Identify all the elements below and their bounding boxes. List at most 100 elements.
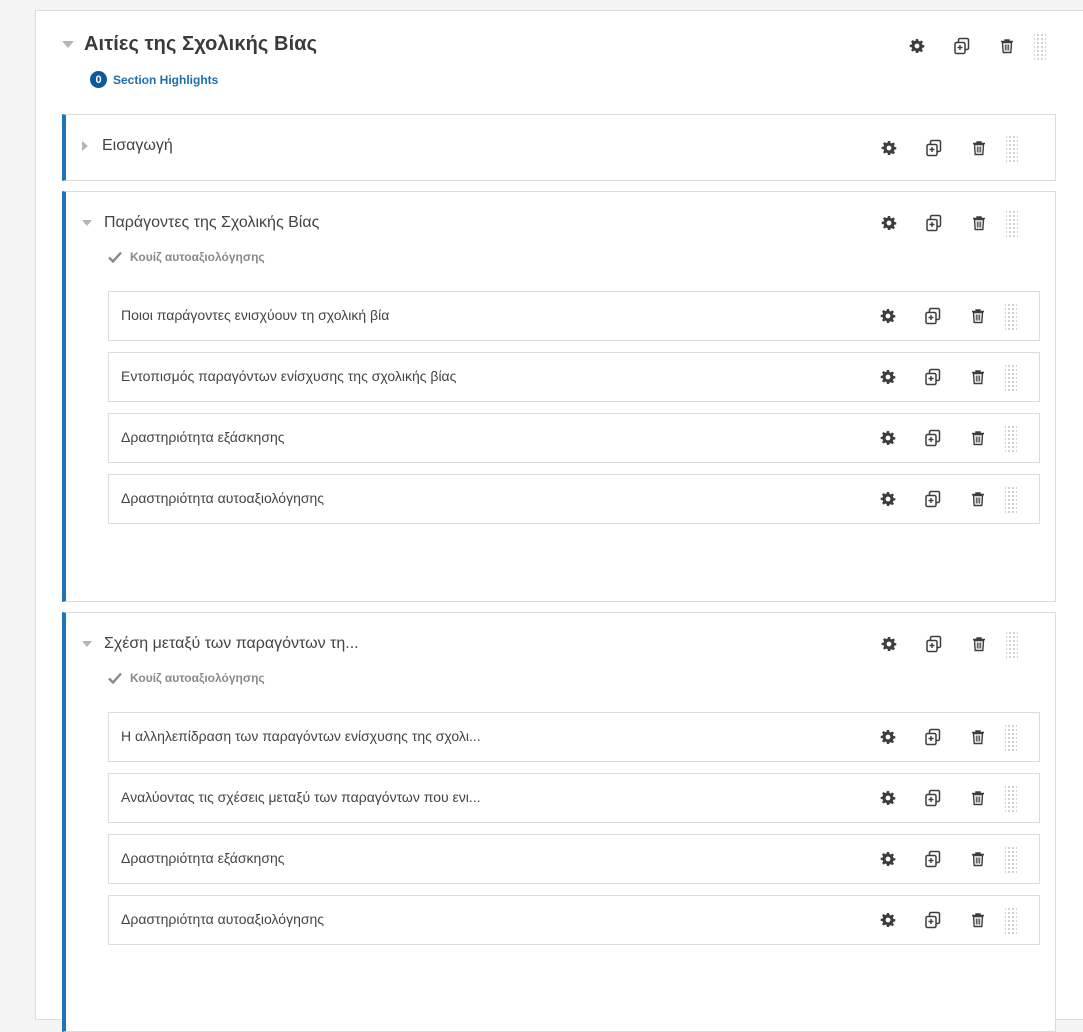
item-actions [873,423,1017,453]
item-title: Ποιοι παράγοντες ενισχύουν τη σχολική βί… [121,307,390,323]
item-title: Δραστηριότητα εξάσκησης [121,429,285,445]
section-actions [874,629,1018,659]
list-item[interactable]: Εντοπισμός παραγόντων ενίσχυσης της σχολ… [108,352,1040,402]
gear-icon[interactable] [874,208,904,238]
list-item[interactable]: Δραστηριότητα εξάσκησης [108,413,1040,463]
trash-icon[interactable] [964,208,994,238]
trash-icon[interactable] [963,301,993,331]
module-actions [902,31,1046,61]
section-title-row: Παράγοντες της Σχολικής Βίας [82,214,319,232]
drag-handle-icon[interactable] [1005,485,1017,513]
duplicate-icon[interactable] [918,722,948,752]
list-item[interactable]: Η αλληλεπίδραση των παραγόντων ενίσχυσης… [108,712,1040,762]
gear-icon[interactable] [873,905,903,935]
section-title[interactable]: Εισαγωγή [102,137,173,155]
duplicate-icon[interactable] [918,301,948,331]
trash-icon[interactable] [963,484,993,514]
item-actions [873,783,1017,813]
duplicate-icon[interactable] [919,629,949,659]
section-intro: Εισαγωγή [62,114,1056,181]
drag-handle-icon[interactable] [1005,302,1017,330]
duplicate-icon[interactable] [918,844,948,874]
list-item[interactable]: Δραστηριότητα αυτοαξιολόγησης [108,474,1040,524]
module-title[interactable]: Αιτίες της Σχολικής Βίας [84,33,317,56]
drag-handle-icon[interactable] [1005,363,1017,391]
item-title: Δραστηριότητα αυτοαξιολόγησης [121,911,325,927]
item-actions [873,722,1017,752]
gear-icon[interactable] [902,31,932,61]
duplicate-icon[interactable] [918,905,948,935]
duplicate-icon[interactable] [947,31,977,61]
section-relations: Σχέση μεταξύ των παραγόντων τη... Κουίζ … [62,612,1056,1032]
section-actions [874,208,1018,238]
section-highlights-link[interactable]: 0 Section Highlights [90,71,218,88]
expand-toggle-icon[interactable] [82,141,88,151]
gear-icon[interactable] [873,844,903,874]
section-title[interactable]: Σχέση μεταξύ των παραγόντων τη... [104,635,359,653]
drag-handle-icon[interactable] [1005,424,1017,452]
item-actions [873,362,1017,392]
drag-handle-icon[interactable] [1005,845,1017,873]
item-actions [873,844,1017,874]
duplicate-icon[interactable] [919,133,949,163]
trash-icon[interactable] [963,362,993,392]
section-factors: Παράγοντες της Σχολικής Βίας Κουίζ αυτοα… [62,191,1056,602]
item-title: Εντοπισμός παραγόντων ενίσχυσης της σχολ… [121,368,457,384]
list-item[interactable]: Αναλύοντας τις σχέσεις μεταξύ των παραγό… [108,773,1040,823]
quiz-indicator[interactable]: Κουίζ αυτοαξιολόγησης [108,250,265,264]
collapse-toggle-icon[interactable] [62,41,74,48]
check-icon [108,251,122,263]
item-title: Δραστηριότητα εξάσκησης [121,850,285,866]
item-actions [873,905,1017,935]
duplicate-icon[interactable] [918,783,948,813]
gear-icon[interactable] [874,629,904,659]
gear-icon[interactable] [873,362,903,392]
gear-icon[interactable] [873,423,903,453]
drag-handle-icon[interactable] [1005,723,1017,751]
gear-icon[interactable] [873,301,903,331]
item-title: Αναλύοντας τις σχέσεις μεταξύ των παραγό… [121,789,481,805]
highlights-count-badge: 0 [90,71,107,88]
collapse-toggle-icon[interactable] [82,641,92,647]
list-item[interactable]: Δραστηριότητα αυτοαξιολόγησης [108,895,1040,945]
item-actions [873,301,1017,331]
section-actions [874,133,1018,163]
gear-icon[interactable] [873,783,903,813]
trash-icon[interactable] [963,844,993,874]
trash-icon[interactable] [963,905,993,935]
duplicate-icon[interactable] [919,208,949,238]
gear-icon[interactable] [873,722,903,752]
duplicate-icon[interactable] [918,423,948,453]
module-container: Αιτίες της Σχολικής Βίας 0 Section Highl… [35,10,1083,1032]
section-title-row: Εισαγωγή [82,137,173,155]
quiz-label: Κουίζ αυτοαξιολόγησης [130,250,265,264]
drag-handle-icon[interactable] [1005,784,1017,812]
trash-icon[interactable] [964,133,994,163]
item-actions [873,484,1017,514]
drag-handle-icon[interactable] [1006,630,1018,658]
gear-icon[interactable] [873,484,903,514]
duplicate-icon[interactable] [918,362,948,392]
item-title: Η αλληλεπίδραση των παραγόντων ενίσχυσης… [121,728,481,744]
drag-handle-icon[interactable] [1034,32,1046,60]
drag-handle-icon[interactable] [1006,134,1018,162]
item-title: Δραστηριότητα αυτοαξιολόγησης [121,490,325,506]
check-icon [108,672,122,684]
highlights-label: Section Highlights [113,72,219,87]
drag-handle-icon[interactable] [1006,209,1018,237]
duplicate-icon[interactable] [918,484,948,514]
quiz-label: Κουίζ αυτοαξιολόγησης [130,671,265,685]
trash-icon[interactable] [992,31,1022,61]
trash-icon[interactable] [963,722,993,752]
section-title[interactable]: Παράγοντες της Σχολικής Βίας [104,214,319,232]
gear-icon[interactable] [874,133,904,163]
module-header: Αιτίες της Σχολικής Βίας [62,33,317,56]
drag-handle-icon[interactable] [1005,906,1017,934]
trash-icon[interactable] [963,783,993,813]
trash-icon[interactable] [964,629,994,659]
list-item[interactable]: Δραστηριότητα εξάσκησης [108,834,1040,884]
list-item[interactable]: Ποιοι παράγοντες ενισχύουν τη σχολική βί… [108,291,1040,341]
collapse-toggle-icon[interactable] [82,220,92,226]
quiz-indicator[interactable]: Κουίζ αυτοαξιολόγησης [108,671,265,685]
trash-icon[interactable] [963,423,993,453]
